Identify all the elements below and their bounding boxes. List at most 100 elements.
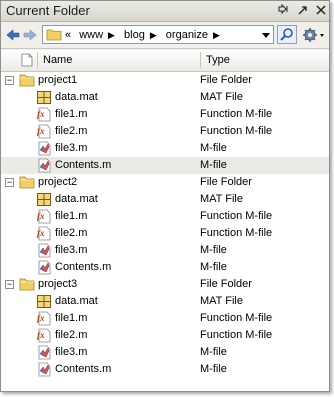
file-type: MAT File [200,91,243,103]
column-divider[interactable] [37,52,38,68]
m-file-icon [36,345,52,360]
folder-icon [19,277,35,292]
function-file-icon: fx [36,209,52,224]
column-header-name[interactable]: Name [43,54,72,66]
file-type: M-file [200,363,227,375]
file-row[interactable]: data.mat MAT File [1,191,329,208]
chevron-right-icon[interactable]: ▶ [150,30,157,40]
file-row[interactable]: data.mat MAT File [1,89,329,106]
file-type: File Folder [200,74,252,86]
file-name: project2 [38,176,78,188]
mat-file-icon [36,294,52,309]
file-type-column-icon[interactable] [21,53,33,70]
file-name: Contents.m [55,363,112,375]
file-name: file1.m [55,312,88,324]
file-name: project1 [38,74,78,86]
panel-title: Current Folder [6,3,90,18]
mat-file-icon [36,90,52,105]
svg-text:fx: fx [37,228,45,238]
collapse-toggle-icon[interactable]: − [5,280,14,289]
toolbar: « www ▶ blog ▶ organize ▶ [1,22,329,49]
file-row[interactable]: fx file2.m Function M-file [1,327,329,344]
file-type: Function M-file [200,125,273,137]
title-bar: Current Folder [1,1,329,22]
file-name: project3 [38,278,78,290]
function-file-icon: fx [36,328,52,343]
search-button[interactable] [277,25,297,44]
file-row[interactable]: fx file1.m Function M-file [1,106,329,123]
m-file-icon [36,260,52,275]
undock-icon[interactable] [296,3,310,17]
file-type: Function M-file [200,312,273,324]
file-name: file2.m [55,227,88,239]
file-type: M-file [200,244,227,256]
file-row[interactable]: Contents.m M-file [1,157,329,174]
column-divider[interactable] [200,52,201,68]
svg-text:fx: fx [37,211,45,221]
file-row[interactable]: file3.m M-file [1,140,329,157]
address-bar[interactable]: « www ▶ blog ▶ organize ▶ [42,25,274,44]
file-name: Contents.m [55,261,112,273]
breadcrumb-www[interactable]: www [79,29,103,41]
folder-icon [46,28,62,44]
file-name: file3.m [55,244,88,256]
file-row[interactable]: data.mat MAT File [1,293,329,310]
breadcrumb: « www ▶ blog ▶ organize ▶ [65,29,226,41]
breadcrumb-blog[interactable]: blog [124,29,145,41]
file-name: file2.m [55,329,88,341]
file-name: file2.m [55,125,88,137]
back-arrow-icon[interactable] [6,28,20,42]
folder-row[interactable]: − project2 File Folder [1,174,329,191]
function-file-icon: fx [36,107,52,122]
file-type: M-file [200,159,227,171]
file-row[interactable]: file3.m M-file [1,242,329,259]
m-file-icon [36,362,52,377]
file-name: file1.m [55,108,88,120]
actions-menu-button[interactable] [302,26,328,44]
breadcrumb-organize[interactable]: organize [166,29,208,41]
folder-icon [19,175,35,190]
file-name: Contents.m [55,159,112,171]
file-row[interactable]: Contents.m M-file [1,361,329,378]
svg-text:fx: fx [37,109,45,119]
current-folder-panel: Current Folder « www ▶ blog ▶ organize ▶ [0,0,330,392]
chevron-right-icon[interactable]: ▶ [108,30,115,40]
breadcrumb-overflow[interactable]: « [65,29,71,41]
close-icon[interactable] [314,3,328,17]
file-type: File Folder [200,278,252,290]
file-name: file1.m [55,210,88,222]
column-header-type[interactable]: Type [206,54,230,66]
file-row[interactable]: Contents.m M-file [1,259,329,276]
file-row[interactable]: fx file2.m Function M-file [1,123,329,140]
file-list: − project1 File Folder data.mat MAT File fx fi… [1,72,329,391]
chevron-down-icon[interactable] [262,33,270,38]
pin-icon[interactable] [277,3,291,17]
folder-row[interactable]: − project1 File Folder [1,72,329,89]
m-file-icon [36,158,52,173]
file-type: MAT File [200,193,243,205]
file-type: Function M-file [200,108,273,120]
file-type: Function M-file [200,227,273,239]
file-name: file3.m [55,142,88,154]
collapse-toggle-icon[interactable]: − [5,76,14,85]
file-type: M-file [200,346,227,358]
chevron-right-icon[interactable]: ▶ [213,30,220,40]
function-file-icon: fx [36,124,52,139]
folder-row[interactable]: − project3 File Folder [1,276,329,293]
file-type: Function M-file [200,210,273,222]
file-row[interactable]: fx file2.m Function M-file [1,225,329,242]
folder-icon [19,73,35,88]
file-row[interactable]: file3.m M-file [1,344,329,361]
forward-arrow-icon[interactable] [23,28,37,42]
file-name: file3.m [55,346,88,358]
file-name: data.mat [55,193,98,205]
file-row[interactable]: fx file1.m Function M-file [1,310,329,327]
file-row[interactable]: fx file1.m Function M-file [1,208,329,225]
file-type: M-file [200,261,227,273]
file-type: M-file [200,142,227,154]
m-file-icon [36,243,52,258]
mat-file-icon [36,192,52,207]
file-name: data.mat [55,91,98,103]
file-type: Function M-file [200,329,273,341]
collapse-toggle-icon[interactable]: − [5,178,14,187]
